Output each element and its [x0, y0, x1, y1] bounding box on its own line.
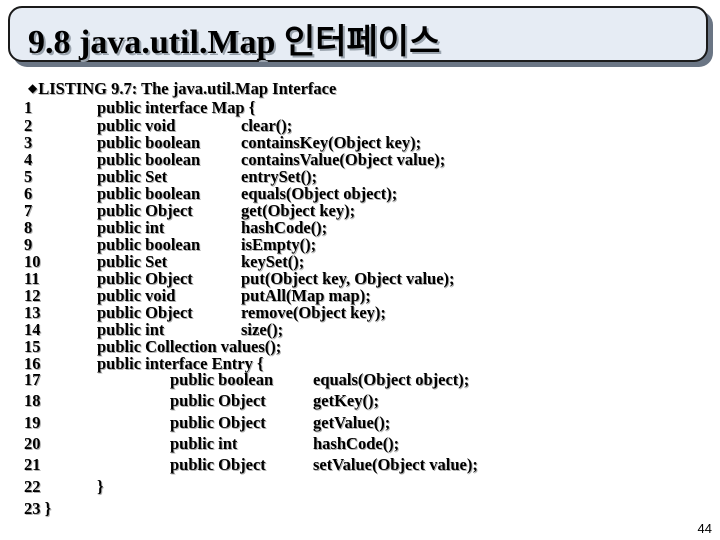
line-number: 18	[24, 391, 41, 410]
slide-title: 9.8 java.util.Map 인터페이스	[28, 24, 441, 61]
bullet-icon: ◆	[28, 81, 38, 95]
code-column-b: public boolean	[170, 370, 274, 389]
code-column-c: getValue();	[313, 413, 391, 432]
code-column-b: public Object	[170, 391, 266, 410]
line-number: 17	[24, 370, 41, 389]
code-column-c: hashCode();	[313, 434, 400, 453]
line-number: 20	[24, 434, 41, 453]
listing-heading-text: LISTING 9.7: The java.util.Map Interface	[38, 79, 337, 98]
slide-title-bar: 9.8 java.util.Map 인터페이스	[8, 6, 708, 62]
code-column-b: public int	[170, 434, 238, 453]
line-number: 23 }	[24, 499, 52, 518]
code-column-b: public Object	[170, 413, 266, 432]
code-column-b: public Object	[170, 455, 266, 474]
line-number: 21	[24, 455, 41, 474]
listing-heading: ◆LISTING 9.7: The java.util.Map Interfac…	[28, 79, 336, 99]
code-column-a: public interface Map {	[97, 98, 256, 117]
code-column-a: }	[97, 477, 104, 496]
line-number: 19	[24, 413, 41, 432]
line-number: 1	[24, 98, 33, 117]
code-column-c: setValue(Object value);	[313, 455, 478, 474]
code-column-c: getKey();	[313, 391, 379, 410]
code-column-c: equals(Object object);	[313, 370, 470, 389]
page-number: 44	[697, 521, 712, 536]
line-number: 22	[24, 477, 41, 496]
